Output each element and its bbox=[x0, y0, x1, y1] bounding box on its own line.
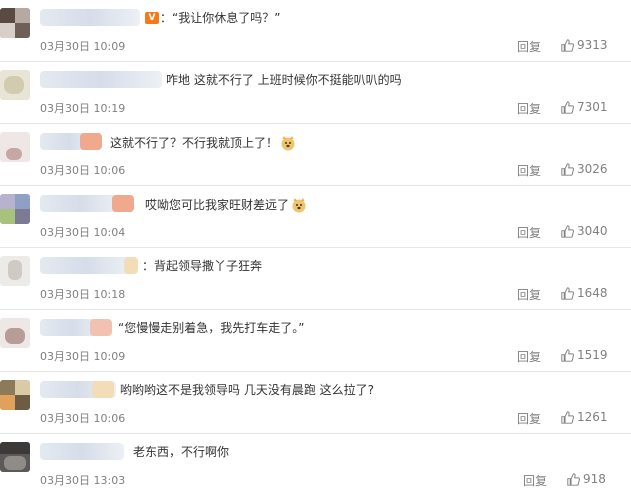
like-count: 1261 bbox=[577, 410, 608, 424]
username-tail bbox=[80, 133, 102, 150]
thumbs-up-icon bbox=[561, 100, 574, 114]
like-button[interactable]: 7301 bbox=[561, 98, 608, 116]
comment-item: V ：“我让你休息了吗？” 03月30日 10:09 回复 9313 bbox=[0, 0, 631, 62]
reply-button[interactable]: 回复 bbox=[517, 100, 541, 117]
like-count: 9313 bbox=[577, 38, 608, 52]
avatar[interactable] bbox=[0, 70, 30, 100]
comment-text: 哎呦您可比我家旺财差远了 bbox=[145, 197, 307, 213]
comment-text: 哟哟哟这不是我领导吗 几天没有晨跑 这么拉了? bbox=[120, 383, 374, 397]
comment-item: “您慢慢走别着急，我先打车走了。” 03月30日 10:09 回复 1519 bbox=[0, 310, 631, 372]
comment-item: 哎呦您可比我家旺财差远了 03月30日 10:04 回复 3040 bbox=[0, 186, 631, 248]
like-button[interactable]: 918 bbox=[567, 470, 606, 488]
comment-time: 03月30日 10:06 bbox=[40, 412, 126, 425]
avatar[interactable] bbox=[0, 132, 30, 162]
comment-text: 咋地 这就不行了 上班时候你不挺能叭叭的吗 bbox=[166, 73, 402, 87]
username-tail bbox=[92, 381, 114, 398]
like-button[interactable]: 3040 bbox=[561, 222, 608, 240]
like-button[interactable]: 3026 bbox=[561, 160, 608, 178]
avatar[interactable] bbox=[0, 318, 30, 348]
comment-item: 哟哟哟这不是我领导吗 几天没有晨跑 这么拉了? 03月30日 10:06 回复 … bbox=[0, 372, 631, 434]
like-count: 918 bbox=[583, 472, 606, 486]
reply-button[interactable]: 回复 bbox=[517, 348, 541, 365]
comment-list: V ：“我让你休息了吗？” 03月30日 10:09 回复 9313 咋地 这就… bbox=[0, 0, 631, 497]
like-button[interactable]: 1519 bbox=[561, 346, 608, 364]
avatar[interactable] bbox=[0, 256, 30, 286]
thumbs-up-icon bbox=[567, 472, 580, 486]
comment-text-body: 这就不行了？不行我就顶上了！ bbox=[110, 136, 279, 150]
avatar[interactable] bbox=[0, 8, 30, 38]
like-button[interactable]: 1261 bbox=[561, 408, 608, 426]
reply-button[interactable]: 回复 bbox=[517, 162, 541, 179]
like-count: 1648 bbox=[577, 286, 608, 300]
thumbs-up-icon bbox=[561, 38, 574, 52]
comment-time: 03月30日 10:06 bbox=[40, 164, 126, 177]
comment-text-body: 哎呦您可比我家旺财差远了 bbox=[145, 198, 290, 212]
reply-button[interactable]: 回复 bbox=[517, 286, 541, 303]
avatar[interactable] bbox=[0, 380, 30, 410]
username[interactable] bbox=[40, 9, 140, 26]
like-button[interactable]: 1648 bbox=[561, 284, 608, 302]
like-count: 7301 bbox=[577, 100, 608, 114]
comment-text: 这就不行了？不行我就顶上了！ bbox=[110, 135, 296, 151]
reply-button[interactable]: 回复 bbox=[523, 472, 547, 489]
username-tail bbox=[124, 257, 138, 274]
thumbs-up-icon bbox=[561, 286, 574, 300]
comment-text: “您慢慢走别着急，我先打车走了。” bbox=[118, 321, 305, 335]
thumbs-up-icon bbox=[561, 162, 574, 176]
comment-text: 老东西，不行啊你 bbox=[133, 445, 230, 459]
username-tail bbox=[90, 319, 112, 336]
comment-time: 03月30日 13:03 bbox=[40, 474, 126, 487]
like-button[interactable]: 9313 bbox=[561, 36, 608, 54]
reply-button[interactable]: 回复 bbox=[517, 38, 541, 55]
comment-item: 老东西，不行啊你 03月30日 13:03 回复 918 bbox=[0, 434, 631, 497]
reply-button[interactable]: 回复 bbox=[517, 224, 541, 241]
comment-time: 03月30日 10:18 bbox=[40, 288, 126, 301]
thumbs-up-icon bbox=[561, 410, 574, 424]
comment-text: ：背起领导撒丫子狂奔 bbox=[142, 259, 263, 273]
username[interactable] bbox=[40, 257, 132, 274]
doge-icon bbox=[292, 198, 306, 213]
comment-item: 这就不行了？不行我就顶上了！ 03月30日 10:06 回复 3026 bbox=[0, 124, 631, 186]
comment-time: 03月30日 10:09 bbox=[40, 350, 126, 363]
avatar[interactable] bbox=[0, 194, 30, 224]
thumbs-up-icon bbox=[561, 348, 574, 362]
like-count: 3026 bbox=[577, 162, 608, 176]
comment-time: 03月30日 10:09 bbox=[40, 40, 126, 53]
username[interactable] bbox=[40, 443, 124, 460]
avatar[interactable] bbox=[0, 442, 30, 472]
comment-item: 咋地 这就不行了 上班时候你不挺能叭叭的吗 03月30日 10:19 回复 73… bbox=[0, 62, 631, 124]
comment-time: 03月30日 10:04 bbox=[40, 226, 126, 239]
comment-time: 03月30日 10:19 bbox=[40, 102, 126, 115]
doge-icon bbox=[281, 136, 295, 151]
comment-text: ：“我让你休息了吗？” bbox=[160, 11, 281, 25]
like-count: 1519 bbox=[577, 348, 608, 362]
username[interactable] bbox=[40, 71, 162, 88]
comment-item: ：背起领导撒丫子狂奔 03月30日 10:18 回复 1648 bbox=[0, 248, 631, 310]
reply-button[interactable]: 回复 bbox=[517, 410, 541, 427]
thumbs-up-icon bbox=[561, 224, 574, 238]
username[interactable] bbox=[40, 195, 120, 212]
like-count: 3040 bbox=[577, 224, 608, 238]
username-tail bbox=[112, 195, 134, 212]
vip-badge: V bbox=[145, 12, 159, 24]
